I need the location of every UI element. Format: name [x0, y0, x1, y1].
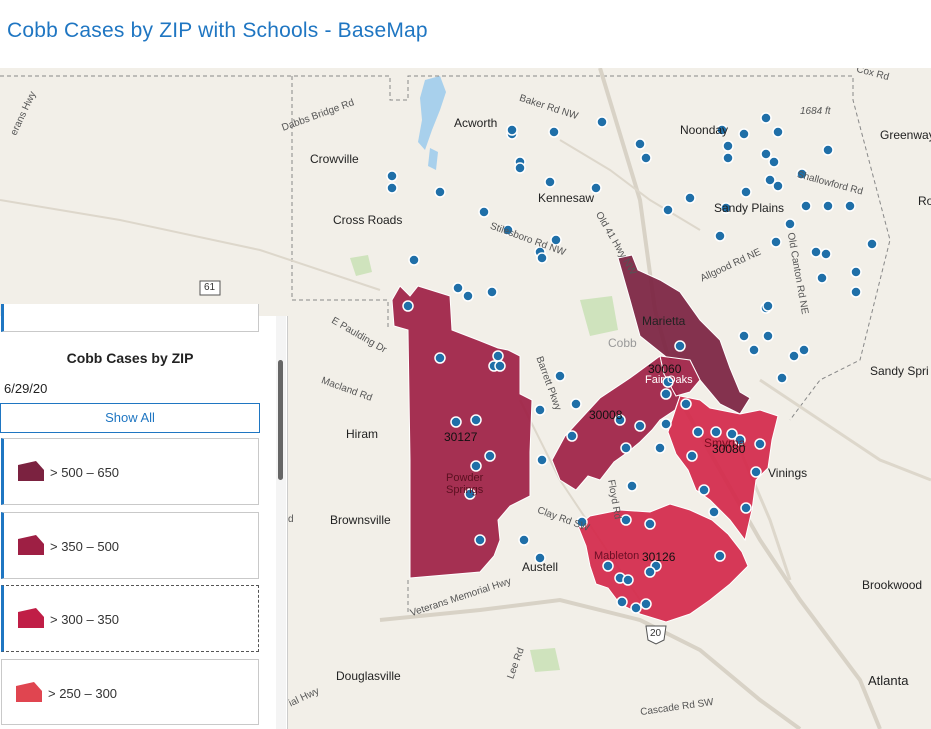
- legend-class-item[interactable]: > 300 – 350: [1, 585, 259, 652]
- legend-class-item[interactable]: > 500 – 650: [1, 438, 259, 505]
- class-label: > 500 – 650: [50, 465, 120, 480]
- route-61-shield: 61: [204, 282, 216, 293]
- park-1: [350, 255, 372, 276]
- app-header: Cobb Cases by ZIP with Schools - BaseMap: [0, 0, 931, 68]
- legend-scroll-thumb[interactable]: [278, 360, 283, 480]
- place-label: Crowville: [310, 152, 359, 166]
- interstate-20: [379, 597, 802, 729]
- road-label: d: [288, 514, 294, 525]
- park-2: [580, 296, 618, 336]
- park-3: [530, 648, 560, 672]
- page-title: Cobb Cases by ZIP with Schools - BaseMap: [7, 19, 428, 42]
- place-label: Acworth: [454, 116, 498, 130]
- place-label: Kennesaw: [538, 191, 595, 205]
- zip-label: 30060: [648, 362, 682, 376]
- zip-label: 30008: [589, 408, 623, 422]
- place-label: Brookwood: [862, 578, 923, 592]
- show-all-button[interactable]: Show All: [0, 403, 260, 433]
- class-label: > 350 – 500: [50, 539, 120, 554]
- place-label: Sandy Spri: [870, 364, 929, 378]
- place-label: Greenway: [880, 128, 931, 142]
- lake-water: [418, 76, 446, 150]
- place-label: Noonday: [680, 123, 729, 137]
- swatch-250-300: [16, 682, 42, 702]
- place-label: Sandy Plains: [714, 201, 785, 215]
- legend-card-top[interactable]: [1, 304, 259, 332]
- place-label: Austell: [522, 560, 559, 574]
- place-label: Ro: [918, 194, 931, 208]
- place-label: Atlanta: [868, 673, 909, 688]
- legend-title: Cobb Cases by ZIP: [66, 350, 194, 366]
- i285-east: [759, 378, 931, 482]
- swatch-300-350: [18, 608, 44, 628]
- legend-class-item[interactable]: > 250 – 300: [1, 659, 259, 725]
- place-label: Brownsville: [330, 513, 391, 527]
- swatch-500-650: [18, 461, 44, 481]
- route-20-shield: 20: [650, 628, 662, 639]
- place-label: Mableton: [594, 550, 640, 562]
- place-label: Marietta: [642, 314, 686, 328]
- swatch-350-500: [18, 535, 44, 555]
- place-label: Hiram: [346, 427, 378, 441]
- legend-date: 6/29/20: [4, 381, 48, 396]
- zip-label: 30080: [712, 442, 746, 456]
- road-label: 1684 ft: [800, 106, 831, 117]
- road-a: [559, 139, 701, 231]
- zip-label: 30127: [444, 430, 478, 444]
- place-label: Vinings: [768, 466, 808, 480]
- legend-class-item[interactable]: > 350 – 500: [1, 512, 259, 579]
- pond-water: [428, 148, 438, 170]
- place-label: Douglasville: [336, 669, 401, 683]
- place-label: Cobb: [608, 336, 637, 350]
- zip-label: 30126: [642, 550, 676, 564]
- place-label: Powder Springs: [446, 472, 484, 496]
- place-label: Cross Roads: [333, 213, 403, 227]
- class-label: > 300 – 350: [50, 612, 120, 627]
- road-b: [0, 199, 381, 291]
- class-label: > 250 – 300: [48, 686, 118, 701]
